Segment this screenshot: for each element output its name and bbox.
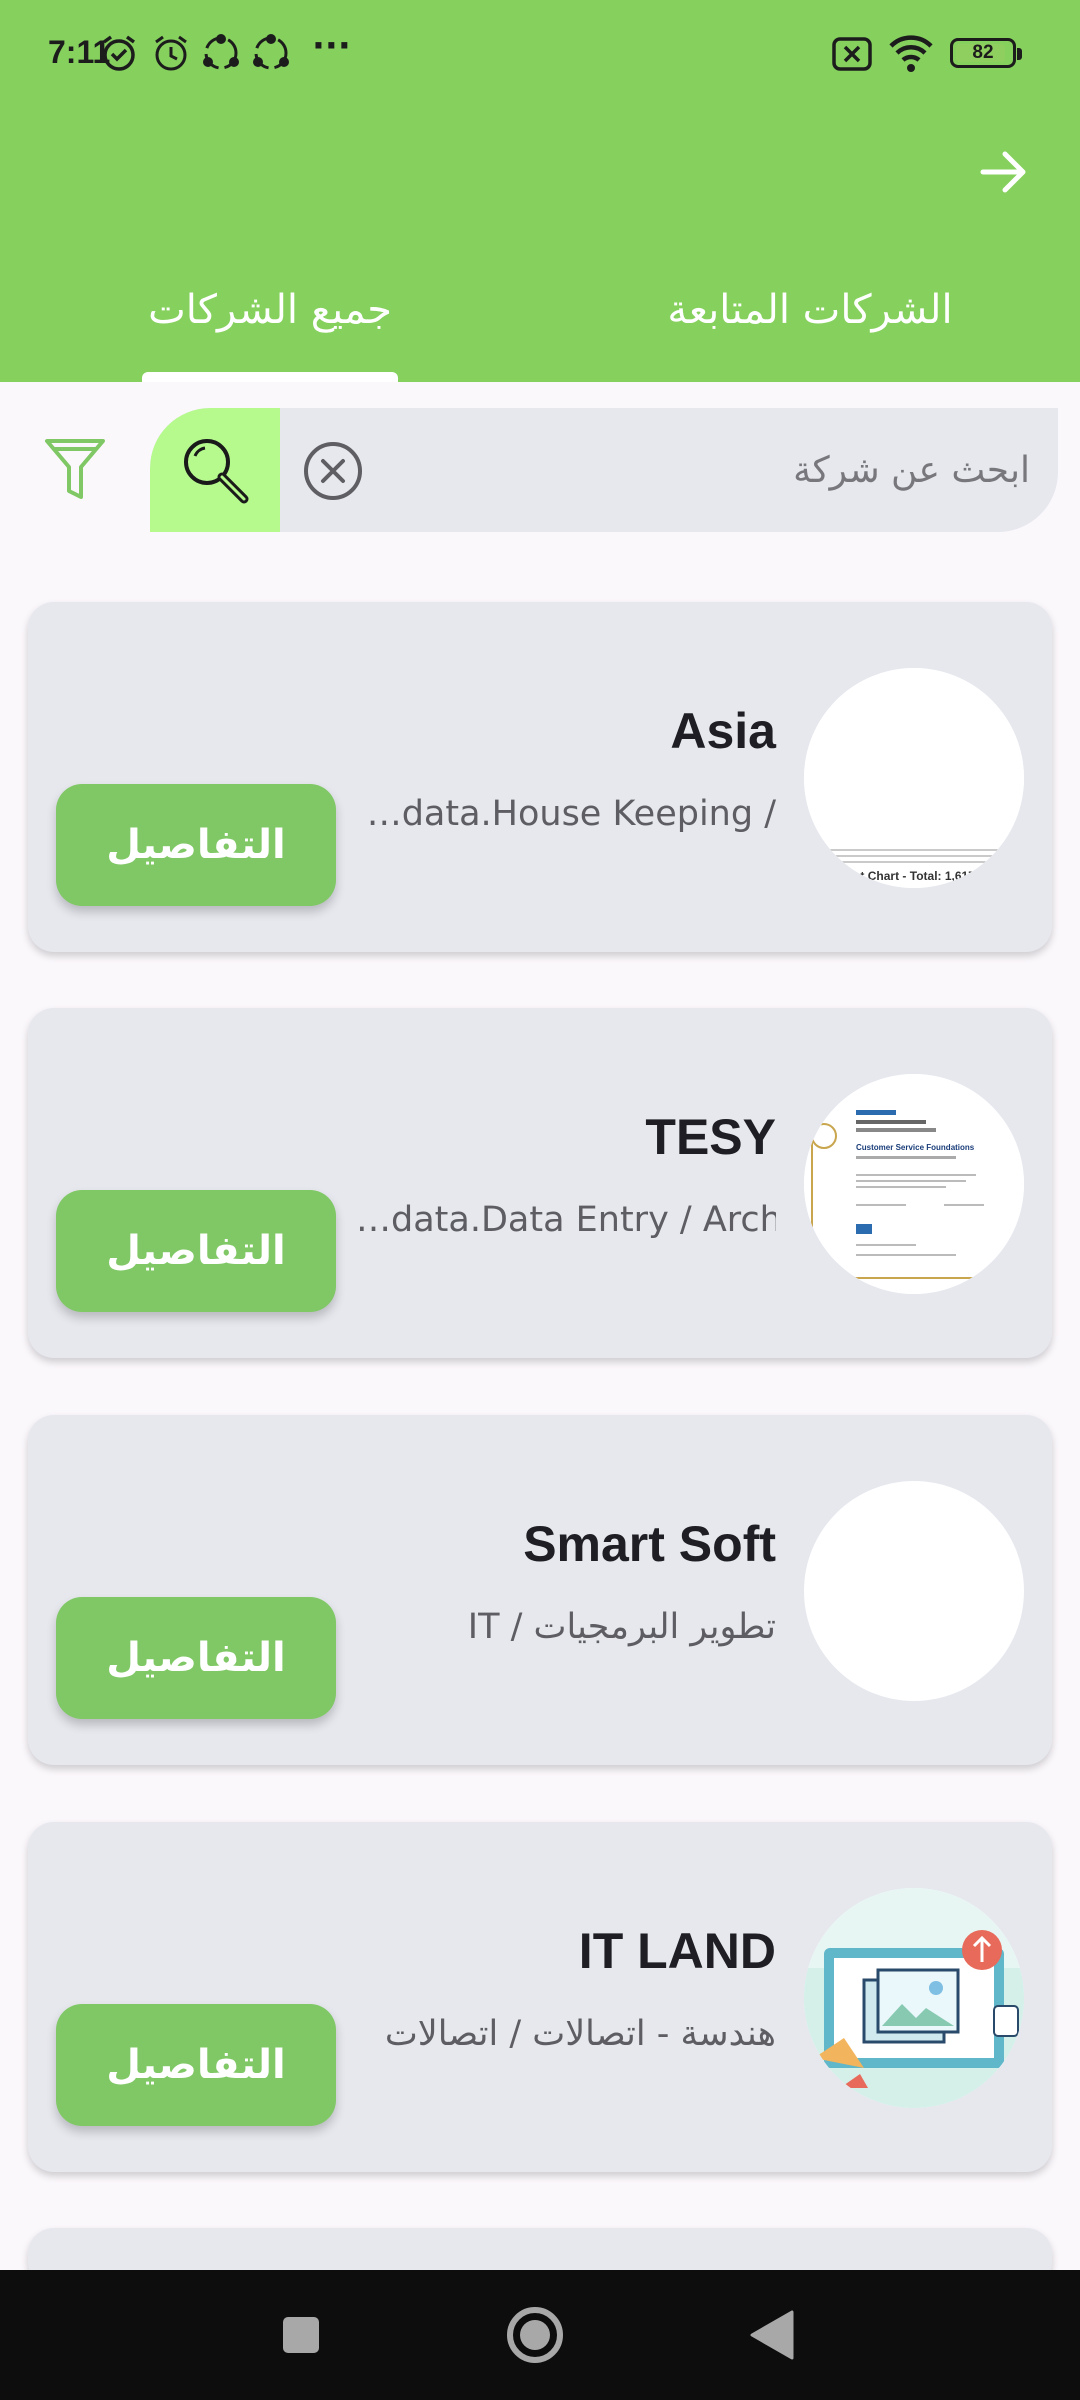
recent-apps-button[interactable]: [266, 2300, 336, 2370]
tab-all-companies[interactable]: جميع الشركات: [140, 278, 400, 342]
company-logo: nt Chart - Total: 1,617: [804, 668, 1024, 888]
search-button[interactable]: [150, 408, 280, 532]
search-icon: [184, 439, 249, 504]
arrow-right-icon: [980, 151, 1026, 193]
company-logo: [804, 1481, 1024, 1701]
status-bar: 7:11 ··· 82: [0, 0, 1080, 110]
company-category: …data.House Keeping /: [366, 794, 776, 834]
company-name: TESY: [645, 1109, 776, 1165]
company-name: Smart Soft: [523, 1516, 776, 1572]
clear-search-button[interactable]: [302, 440, 364, 502]
details-button[interactable]: التفاصيل: [56, 2004, 336, 2126]
wifi-icon: [889, 35, 933, 72]
clear-circle-icon: [304, 442, 362, 500]
company-category: IT / تطوير البرمجيات: [467, 1607, 776, 1647]
battery-level: 82: [972, 42, 994, 63]
company-card[interactable]: nt Chart - Total: 1,617 Asia …data.House…: [28, 602, 1052, 952]
system-navigation-bar: [0, 2270, 1080, 2400]
forward-arrow-button[interactable]: [972, 140, 1036, 204]
company-card[interactable]: Smart Soft IT / تطوير البرمجيات التفاصيل: [28, 1415, 1052, 1765]
company-category: …data.Data Entry / Archi: [356, 1200, 776, 1240]
tab-followed-companies[interactable]: الشركات المتابعة: [660, 278, 960, 342]
company-name: IT LAND: [578, 1923, 776, 1979]
company-logo: [804, 1888, 1024, 2108]
details-button[interactable]: التفاصيل: [56, 1597, 336, 1719]
logo-caption: nt Chart - Total: 1,617: [853, 869, 975, 883]
share-app-icon: [203, 34, 239, 70]
more-notifications-icon: ···: [312, 26, 351, 66]
company-logo: Customer Service Foundations: [804, 1074, 1024, 1294]
home-circle-icon: [507, 2307, 563, 2363]
square-icon: [283, 2317, 319, 2353]
certificate-logo-image: Customer Service Foundations: [804, 1074, 1024, 1294]
no-sim-icon: [832, 37, 872, 71]
details-button[interactable]: التفاصيل: [56, 1190, 336, 1312]
app-header: 7:11 ··· 82 جميع الشركات الشركات المتابع…: [0, 0, 1080, 382]
battery-indicator: 82: [950, 38, 1022, 68]
filter-button[interactable]: [40, 430, 110, 510]
back-button[interactable]: [738, 2300, 808, 2370]
chart-logo-image: nt Chart - Total: 1,617: [804, 668, 1024, 888]
logo-caption: Customer Service Foundations: [856, 1143, 975, 1152]
alarm-clock-icon: [155, 35, 187, 71]
company-search-input[interactable]: [390, 408, 1030, 532]
company-card[interactable]: Customer Service Foundations TESY …data.…: [28, 1008, 1052, 1358]
alarm-heart-icon: [102, 35, 136, 71]
search-bar: [150, 408, 1058, 532]
filter-funnel-icon: [45, 439, 105, 499]
gallery-illustration-icon: [804, 1888, 1024, 2108]
home-button[interactable]: [500, 2300, 570, 2370]
company-name: Asia: [670, 703, 776, 759]
company-card[interactable]: IT LAND هندسة - اتصالات / اتصالات التفاص…: [28, 1822, 1052, 2172]
details-button[interactable]: التفاصيل: [56, 784, 336, 906]
active-tab-indicator: [142, 372, 398, 382]
back-triangle-icon: [750, 2310, 794, 2360]
company-category: هندسة - اتصالات / اتصالات: [384, 2014, 776, 2054]
share-app-icon-2: [253, 34, 289, 70]
